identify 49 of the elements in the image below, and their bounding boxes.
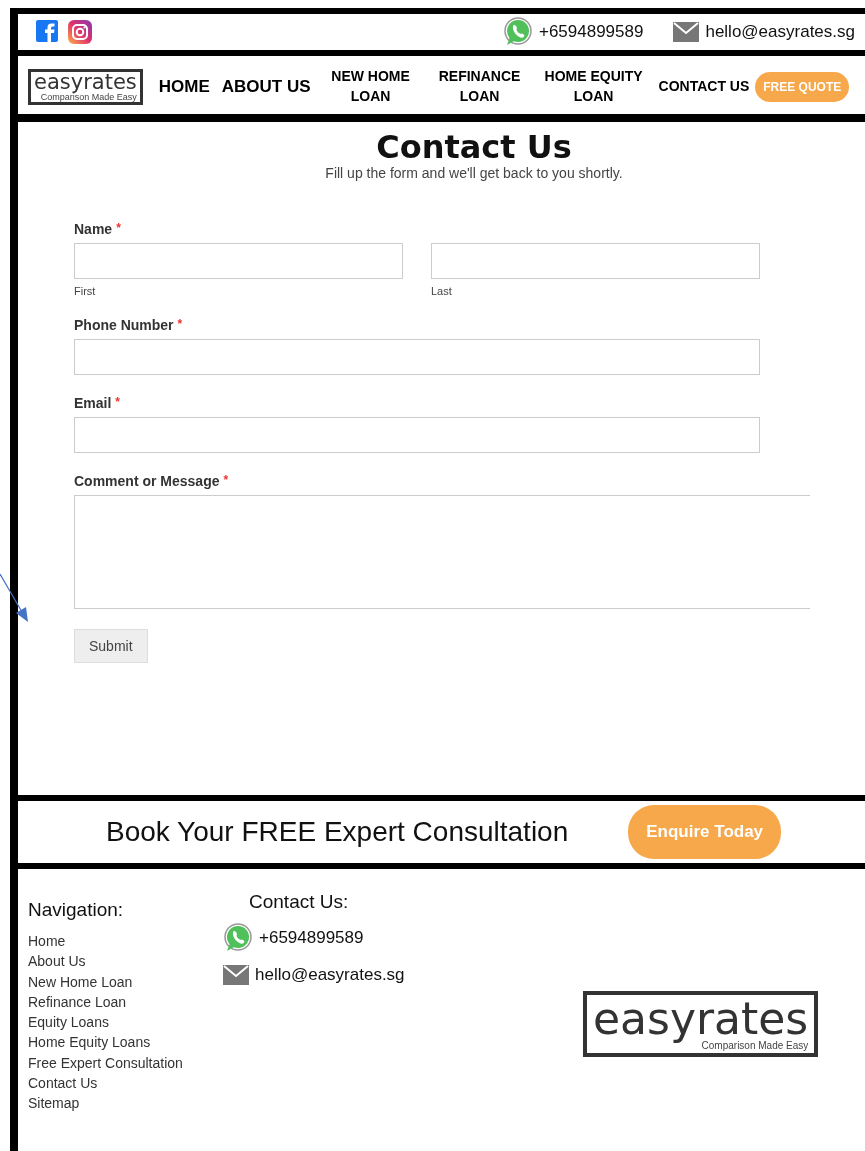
footer-heading: Navigation: [28, 899, 125, 921]
chat-phone-icon [502, 17, 533, 47]
footer-link[interactable]: Home Equity Loans [28, 1032, 223, 1053]
field-hint: First [74, 285, 97, 298]
footer-link[interactable]: Free Expert Consultation [28, 1052, 223, 1074]
footer-link[interactable]: Contact Us [28, 1073, 223, 1094]
input-field[interactable] [74, 339, 760, 376]
subtitle: Fill up the form and we'll get back to you shortly. [324, 165, 624, 182]
required-mark: * [115, 395, 121, 412]
page-title: Contact Us [375, 130, 573, 166]
input-field[interactable] [74, 417, 760, 454]
facebook-icon[interactable] [36, 20, 58, 42]
required-mark: * [116, 221, 121, 238]
logo: easyrates Comparison Made Easy [583, 991, 819, 1057]
footer-link[interactable]: New Home Loan [28, 971, 223, 992]
envelope-icon [673, 22, 700, 42]
field-hint: Last [431, 285, 453, 298]
phone-number: +6594899589 [538, 22, 644, 42]
footer-link[interactable]: Sitemap [28, 1093, 223, 1114]
phone-number: +6594899589 [259, 928, 364, 948]
email-address: hello@easyrates.sg [705, 22, 855, 42]
footer-link[interactable]: Equity Loans [28, 1012, 223, 1033]
nav-link[interactable]: REFINANCE LOAN [424, 67, 535, 107]
field-label: Phone Number [74, 317, 174, 334]
required-mark: * [177, 317, 183, 334]
nav-link[interactable]: NEW HOME LOAN [316, 67, 425, 107]
logo[interactable]: easyrates Comparison Made Easy [28, 69, 143, 105]
field-label: Name [74, 221, 113, 238]
submit-button[interactable]: Submit [74, 629, 148, 664]
footer-link[interactable]: Home [28, 931, 223, 952]
footer-heading: Contact Us: [249, 891, 350, 913]
consultation-heading: Book Your FREE Expert Consultation [106, 816, 569, 848]
footer-link[interactable]: About Us [28, 951, 223, 972]
input-field[interactable] [431, 243, 760, 280]
nav-link[interactable]: CONTACT US [652, 77, 756, 97]
footer-link[interactable]: Refinance Loan [28, 991, 223, 1013]
email-address: hello@easyrates.sg [255, 965, 405, 985]
nav-link[interactable]: HOME EQUITY LOAN [534, 67, 653, 107]
instagram-icon[interactable] [68, 20, 92, 44]
required-mark: * [223, 473, 229, 490]
chat-phone-icon [223, 923, 253, 953]
envelope-icon [223, 965, 249, 985]
arrow [0, 574, 30, 622]
nav-link[interactable]: HOME [152, 75, 216, 99]
nav-link[interactable]: ABOUT US [215, 75, 317, 99]
input-field[interactable] [74, 243, 403, 280]
field-label: Comment or Message [74, 473, 220, 490]
message-field[interactable] [74, 495, 810, 610]
field-label: Email [74, 395, 112, 412]
